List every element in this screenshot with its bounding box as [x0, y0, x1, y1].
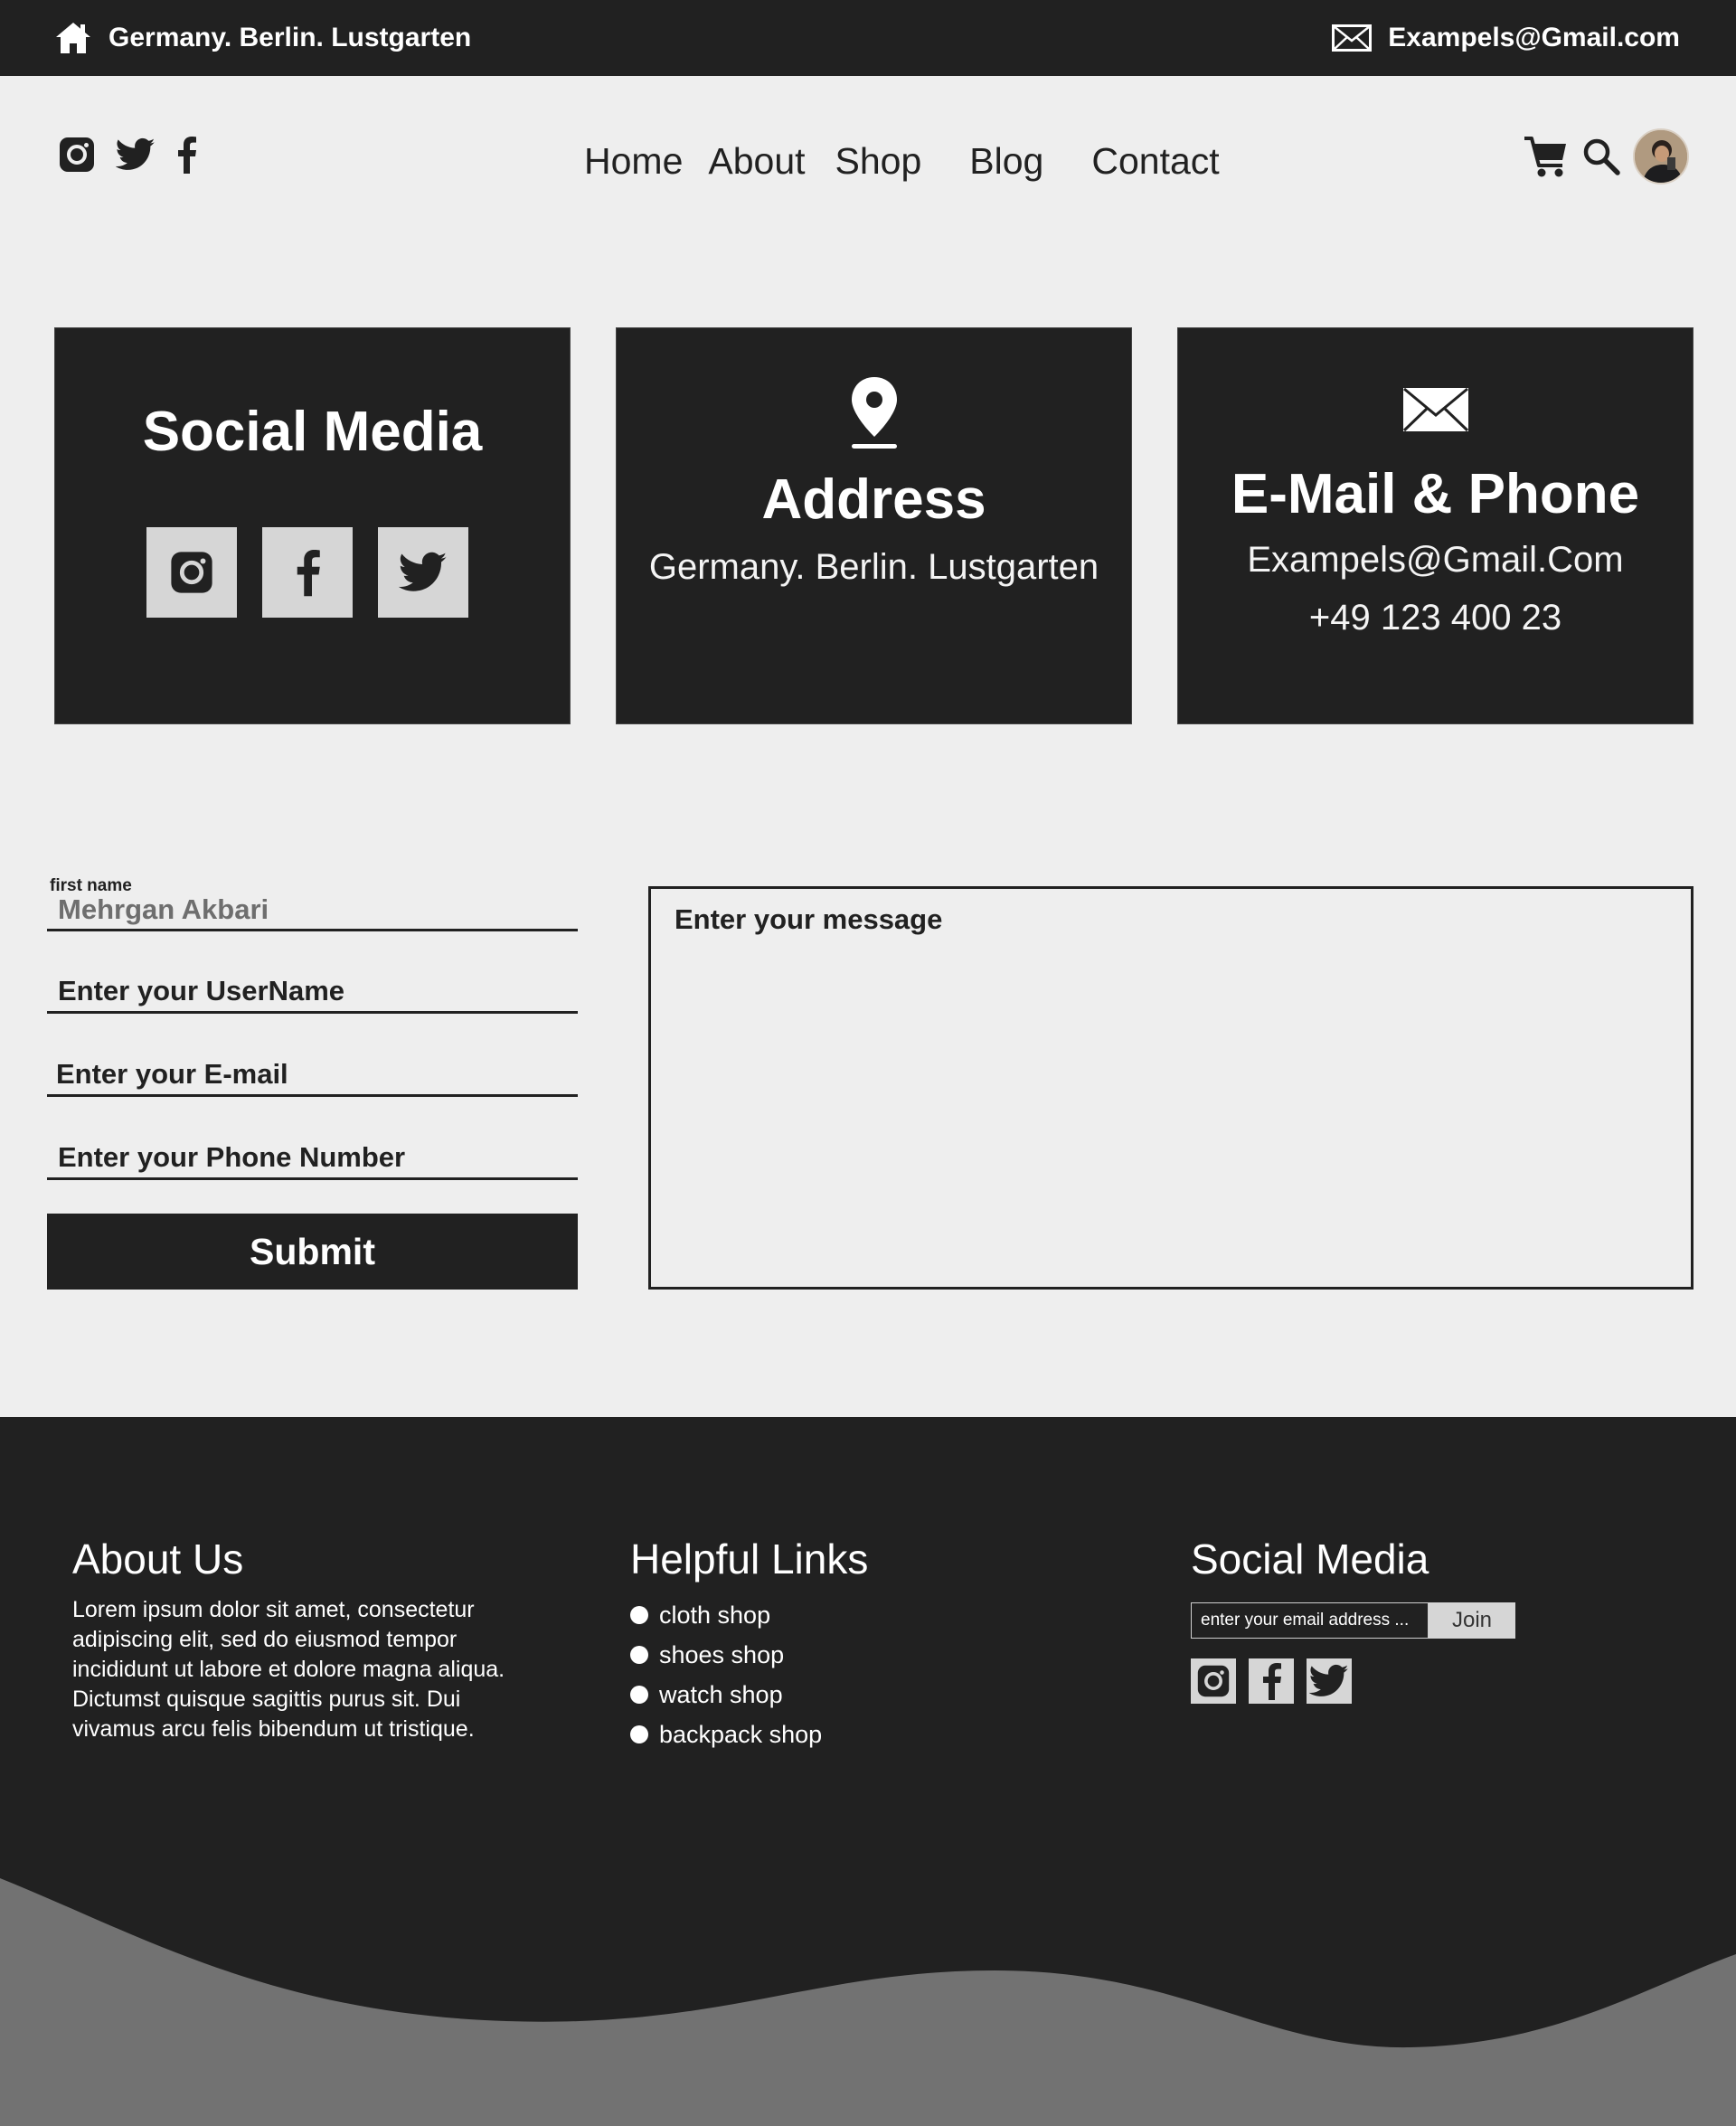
instagram-icon[interactable]: [58, 136, 96, 174]
top-address: Germany. Berlin. Lustgarten: [54, 20, 471, 56]
footer-link-label: watch shop: [659, 1681, 783, 1708]
twitter-icon[interactable]: [116, 137, 156, 172]
footer-links-title: Helpful Links: [630, 1535, 869, 1583]
instagram-icon: [1196, 1664, 1231, 1698]
bullet-icon: [630, 1686, 648, 1704]
instagram-icon: [169, 550, 214, 595]
username-placeholder: Enter your UserName: [58, 975, 345, 1006]
user-avatar[interactable]: [1633, 128, 1689, 184]
footer: About Us Lorem ipsum dolor sit amet, con…: [0, 1417, 1736, 2126]
contact-phone[interactable]: +49 123 400 23: [1178, 589, 1693, 647]
footer-links-list: cloth shop shoes shop watch shop backpac…: [630, 1595, 868, 1754]
first-name-field[interactable]: Mehrgan Akbari: [47, 892, 578, 931]
address-card-text: Germany. Berlin. Lustgarten: [648, 547, 1099, 587]
header-social-links: [58, 136, 197, 174]
newsletter-email-input[interactable]: enter your email address ...: [1191, 1602, 1429, 1639]
footer-social-title: Social Media: [1191, 1535, 1429, 1583]
home-icon: [54, 21, 92, 55]
footer-link-label: backpack shop: [659, 1721, 823, 1748]
phone-placeholder: Enter your Phone Number: [58, 1141, 406, 1173]
top-email-text: Exampels@Gmail.com: [1388, 23, 1680, 52]
footer-link[interactable]: cloth shop: [630, 1595, 868, 1635]
bullet-icon: [630, 1646, 648, 1664]
footer-helpful-links: Helpful Links cloth shop shoes shop watc…: [630, 1530, 868, 1754]
nav-home[interactable]: Home: [584, 134, 683, 188]
nav-contact[interactable]: Contact: [1091, 134, 1219, 188]
facebook-icon: [1260, 1662, 1282, 1700]
footer-link[interactable]: backpack shop: [630, 1715, 868, 1754]
cart-icon[interactable]: [1523, 133, 1570, 180]
social-media-buttons: [146, 527, 468, 618]
footer-link-label: shoes shop: [659, 1641, 785, 1668]
nav-shop[interactable]: Shop: [835, 134, 922, 188]
footer-facebook-button[interactable]: [1249, 1658, 1294, 1704]
mail-icon: [1332, 24, 1373, 52]
submit-button[interactable]: Submit: [47, 1214, 578, 1290]
header-tools: [1523, 128, 1689, 184]
search-icon[interactable]: [1582, 137, 1620, 175]
message-textarea[interactable]: Enter your message: [648, 886, 1694, 1290]
bullet-icon: [630, 1606, 648, 1624]
message-placeholder: Enter your message: [675, 903, 943, 935]
footer-about: About Us Lorem ipsum dolor sit amet, con…: [72, 1530, 506, 1744]
instagram-button[interactable]: [146, 527, 237, 618]
social-media-card-title: Social Media: [142, 401, 483, 463]
newsletter-form: enter your email address ... Join: [1191, 1602, 1515, 1639]
nav-about[interactable]: About: [708, 134, 805, 188]
footer-wave: [0, 1878, 1736, 2126]
facebook-icon[interactable]: [175, 136, 197, 174]
phone-field[interactable]: Enter your Phone Number: [47, 1139, 578, 1180]
join-button[interactable]: Join: [1429, 1602, 1515, 1639]
bullet-icon: [630, 1725, 648, 1743]
top-bar: Germany. Berlin. Lustgarten Exampels@Gma…: [0, 0, 1736, 76]
top-email[interactable]: Exampels@Gmail.com: [1332, 20, 1680, 56]
address-card-title: Address: [761, 468, 986, 531]
location-pin-icon: [847, 375, 901, 449]
top-address-text: Germany. Berlin. Lustgarten: [108, 23, 472, 52]
twitter-button[interactable]: [378, 527, 468, 618]
main-nav: Home About Shop Blog Contact: [584, 134, 1220, 188]
footer-social-icons: [1191, 1658, 1515, 1704]
facebook-icon: [294, 548, 321, 597]
footer-link[interactable]: watch shop: [630, 1675, 868, 1715]
mail-icon: [1401, 386, 1470, 433]
first-name-value: Mehrgan Akbari: [58, 893, 269, 925]
address-card: Address Germany. Berlin. Lustgarten: [616, 327, 1132, 724]
facebook-button[interactable]: [262, 527, 353, 618]
email-phone-card-title: E-Mail & Phone: [1231, 463, 1640, 525]
footer-social: Social Media enter your email address ..…: [1191, 1530, 1515, 1704]
footer-link-label: cloth shop: [659, 1602, 771, 1629]
email-phone-card: E-Mail & Phone Exampels@Gmail.Com +49 12…: [1177, 327, 1694, 724]
footer-twitter-button[interactable]: [1307, 1658, 1352, 1704]
email-field[interactable]: Enter your E-mail: [47, 1056, 578, 1097]
footer-about-title: About Us: [72, 1535, 244, 1583]
footer-instagram-button[interactable]: [1191, 1658, 1236, 1704]
footer-link[interactable]: shoes shop: [630, 1635, 868, 1675]
twitter-icon: [399, 552, 448, 593]
footer-about-text: Lorem ipsum dolor sit amet, consectetur …: [72, 1597, 505, 1742]
contact-email[interactable]: Exampels@Gmail.Com: [1178, 531, 1693, 589]
twitter-icon: [1309, 1664, 1349, 1698]
social-media-card: Social Media: [54, 327, 571, 724]
nav-blog[interactable]: Blog: [969, 134, 1043, 188]
username-field[interactable]: Enter your UserName: [47, 973, 578, 1014]
email-placeholder: Enter your E-mail: [56, 1058, 288, 1090]
